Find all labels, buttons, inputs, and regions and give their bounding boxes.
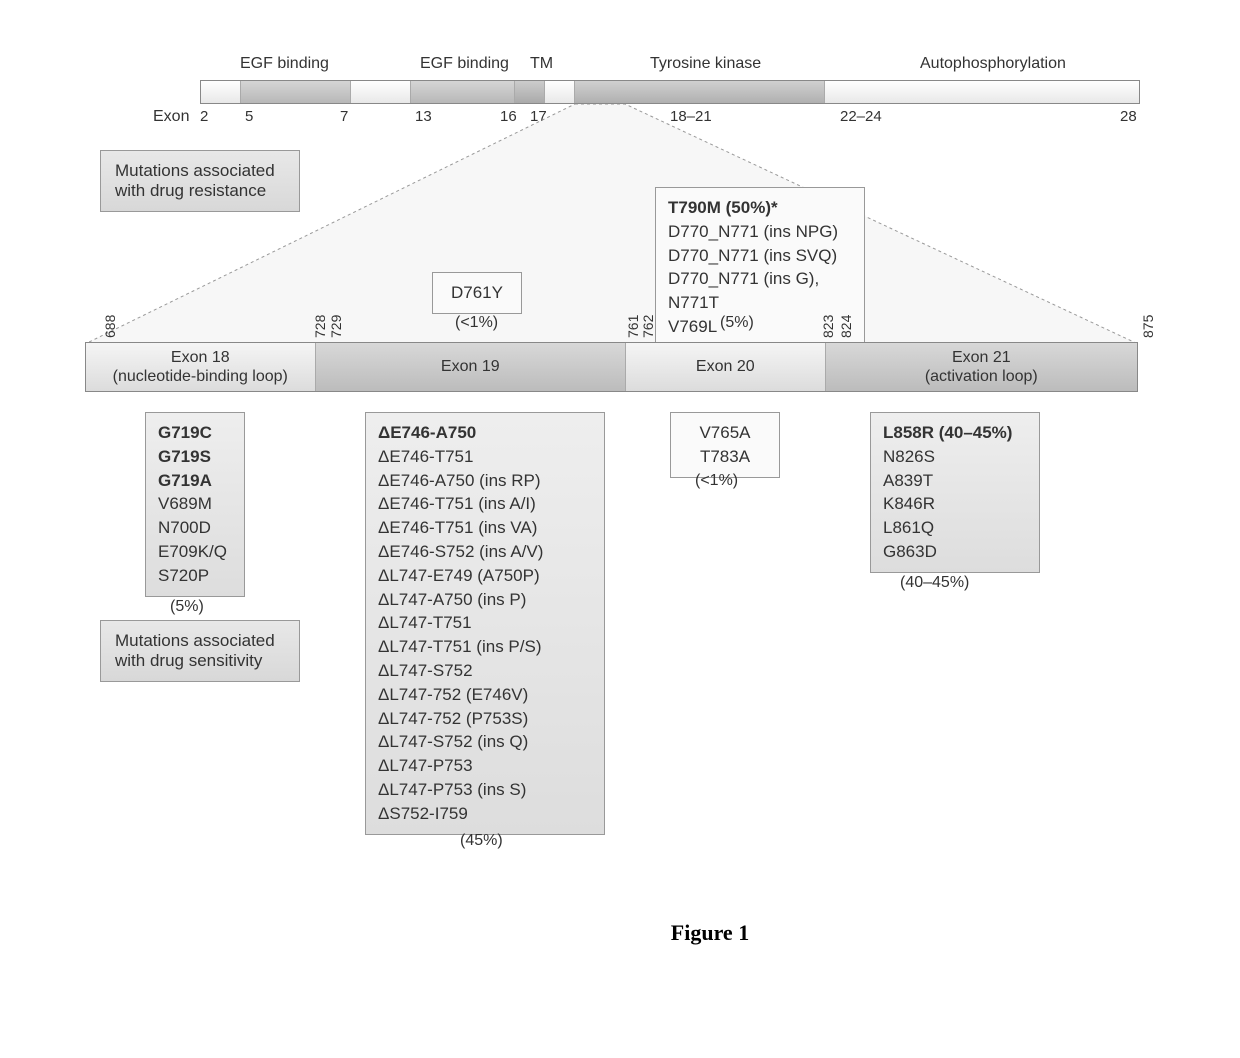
domain-label-egf2: EGF binding (420, 55, 509, 73)
mut-k846r: K846R (883, 492, 1027, 516)
mut-de746-t751: ΔE746-T751 (378, 445, 592, 469)
pos-729: 729 (328, 315, 344, 338)
mut-d770-g: D770_N771 (ins G), N771T (668, 267, 852, 315)
domain-seg-egf1 (241, 81, 351, 103)
sensitivity-exon21-box: L858R (40–45%) N826S A839T K846R L861Q G… (870, 412, 1040, 573)
mut-l861q: L861Q (883, 516, 1027, 540)
mut-dl747-t751: ΔL747-T751 (378, 611, 592, 635)
pos-824: 824 (838, 315, 854, 338)
exon21-title: Exon 21 (952, 348, 1011, 367)
mut-dl747-p753-s: ΔL747-P753 (ins S) (378, 778, 592, 802)
mut-g719a: G719A (158, 469, 232, 493)
domain-seg-autophos (825, 81, 1139, 103)
domain-seg-tk (575, 81, 824, 103)
mut-d770-svq: D770_N771 (ins SVQ) (668, 244, 852, 268)
mut-de746-a750-rp: ΔE746-A750 (ins RP) (378, 469, 592, 493)
legend-resistance-box: Mutations associated with drug resistanc… (100, 150, 300, 212)
pct-resistance-exon19: (<1%) (455, 314, 498, 332)
mut-de746-s752-av: ΔE746-S752 (ins A/V) (378, 540, 592, 564)
zoom-trapezoid (85, 104, 1138, 344)
mut-dl747-s752-q: ΔL747-S752 (ins Q) (378, 730, 592, 754)
pct-sensitivity-exon21: (40–45%) (900, 574, 969, 592)
domain-label-autophos: Autophosphorylation (920, 55, 1066, 73)
mut-t790m: T790M (50%)* (668, 196, 852, 220)
domain-seg-egf2 (411, 81, 516, 103)
exon18-subtitle: (nucleotide-binding loop) (113, 367, 288, 386)
pos-762: 762 (640, 315, 656, 338)
mut-n700d: N700D (158, 516, 232, 540)
mut-v765a: V765A (683, 421, 767, 445)
mut-s720p: S720P (158, 564, 232, 588)
pos-761: 761 (625, 315, 641, 338)
pos-823: 823 (820, 315, 836, 338)
sensitivity-exon20-box: V765A T783A (670, 412, 780, 478)
mut-de746-t751-ai: ΔE746-T751 (ins A/I) (378, 492, 592, 516)
mut-d770-npg: D770_N771 (ins NPG) (668, 220, 852, 244)
pos-728: 728 (312, 315, 328, 338)
pct-sensitivity-exon20: (<1%) (695, 472, 738, 490)
domain-label-egf1: EGF binding (240, 55, 329, 73)
domain-label-tk: Tyrosine kinase (650, 55, 761, 73)
mut-v689m: V689M (158, 492, 232, 516)
mut-a839t: A839T (883, 469, 1027, 493)
domain-seg-pre (201, 81, 241, 103)
domain-seg-tm (515, 81, 545, 103)
mut-l858r: L858R (40–45%) (883, 421, 1027, 445)
legend-resistance-text: Mutations associated with drug resistanc… (115, 161, 275, 200)
mut-g719s: G719S (158, 445, 232, 469)
exon19-title: Exon 19 (441, 357, 500, 376)
exon18-seg: Exon 18 (nucleotide-binding loop) (86, 343, 316, 391)
domain-seg-gap1 (351, 81, 411, 103)
mut-t783a: T783A (683, 445, 767, 469)
domain-bar (200, 80, 1140, 104)
pct-sensitivity-exon18: (5%) (170, 598, 204, 616)
pos-688: 688 (102, 315, 118, 338)
exon19-seg: Exon 19 (316, 343, 626, 391)
legend-sensitivity-box: Mutations associated with drug sensitivi… (100, 620, 300, 682)
exon21-seg: Exon 21 (activation loop) (826, 343, 1137, 391)
mut-de746-t751-va: ΔE746-T751 (ins VA) (378, 516, 592, 540)
exon20-seg: Exon 20 (626, 343, 826, 391)
figure-caption: Figure 1 (90, 920, 1240, 946)
sensitivity-exon19-box: ΔE746-A750 ΔE746-T751 ΔE746-A750 (ins RP… (365, 412, 605, 835)
legend-sensitivity-text: Mutations associated with drug sensitivi… (115, 631, 275, 670)
mut-ds752-i759: ΔS752-I759 (378, 802, 592, 826)
mut-de746-a750: ΔE746-A750 (378, 421, 592, 445)
figure-container: EGF binding EGF binding TM Tyrosine kina… (0, 0, 1240, 1058)
resistance-exon19-box: D761Y (432, 272, 522, 314)
pos-875: 875 (1140, 315, 1156, 338)
sensitivity-exon18-box: G719C G719S G719A V689M N700D E709K/Q S7… (145, 412, 245, 597)
mut-e709kq: E709K/Q (158, 540, 232, 564)
domain-label-tm: TM (530, 55, 553, 73)
pct-sensitivity-exon19: (45%) (460, 832, 503, 850)
mut-g719c: G719C (158, 421, 232, 445)
mut-dl747-e749: ΔL747-E749 (A750P) (378, 564, 592, 588)
mut-d761y: D761Y (451, 283, 503, 302)
mut-dl747-752-p753s: ΔL747-752 (P753S) (378, 707, 592, 731)
exon18-title: Exon 18 (171, 348, 230, 367)
mut-g863d: G863D (883, 540, 1027, 564)
mut-dl747-s752: ΔL747-S752 (378, 659, 592, 683)
mut-n826s: N826S (883, 445, 1027, 469)
mut-dl747-p753: ΔL747-P753 (378, 754, 592, 778)
domain-seg-gap2 (545, 81, 575, 103)
mut-dl747-752-e746v: ΔL747-752 (E746V) (378, 683, 592, 707)
exon21-subtitle: (activation loop) (925, 367, 1038, 386)
exon20-title: Exon 20 (696, 357, 755, 376)
mut-dl747-a750-p: ΔL747-A750 (ins P) (378, 588, 592, 612)
mut-dl747-t751-ps: ΔL747-T751 (ins P/S) (378, 635, 592, 659)
exon-detail-bar: Exon 18 (nucleotide-binding loop) Exon 1… (85, 342, 1138, 392)
pct-resistance-exon20: (5%) (720, 314, 754, 332)
